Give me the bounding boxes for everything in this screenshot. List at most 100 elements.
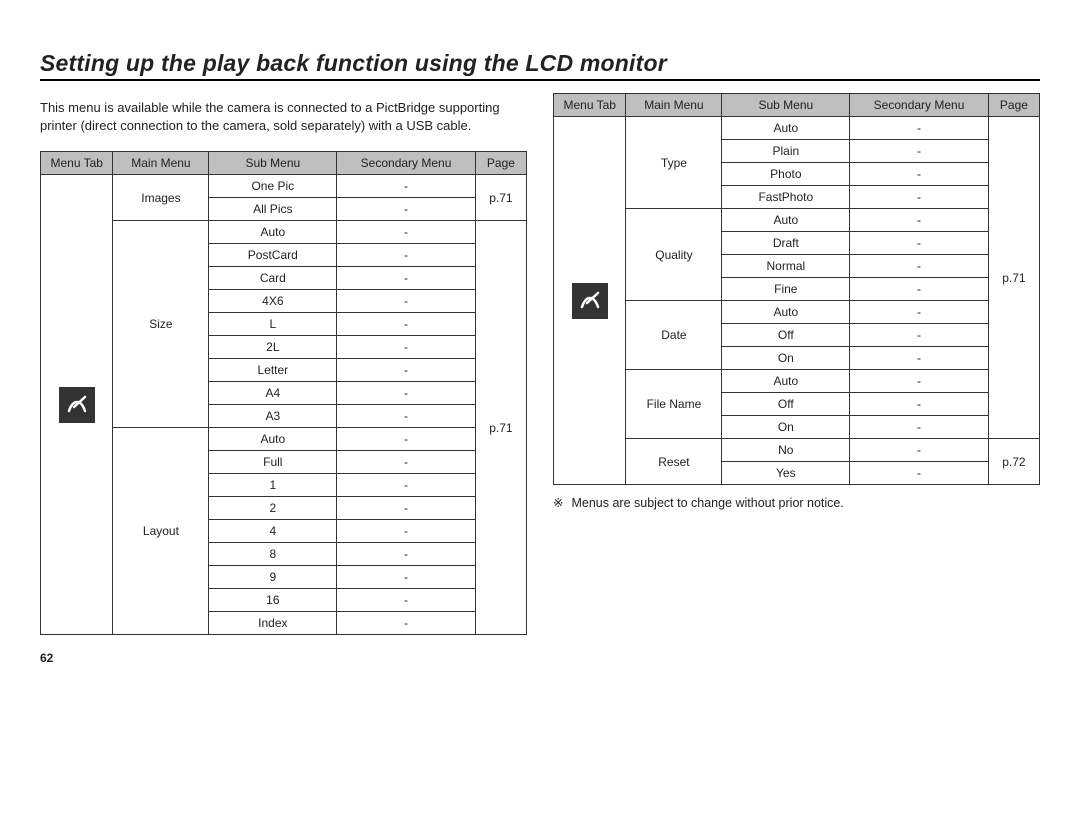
sub-menu-cell: 4 [209,520,337,543]
sub-menu-cell: 9 [209,566,337,589]
sub-menu-cell: Photo [722,163,850,186]
th-page: Page [988,94,1039,117]
page-cell: p.72 [988,439,1039,485]
pictbridge-icon [572,283,608,319]
th-sub-menu: Sub Menu [209,152,337,175]
secondary-menu-cell: - [337,589,476,612]
sub-menu-cell: 2 [209,497,337,520]
table-row: ImagesOne Pic-p.71 [41,175,527,198]
secondary-menu-cell: - [850,324,989,347]
table-header-row: Menu Tab Main Menu Sub Menu Secondary Me… [41,152,527,175]
main-menu-cell: Type [626,117,722,209]
secondary-menu-cell: - [337,474,476,497]
table-row: TypeAuto-p.71 [554,117,1040,140]
main-menu-cell: Reset [626,439,722,485]
main-menu-cell: Layout [113,428,209,635]
secondary-menu-cell: - [850,393,989,416]
intro-text: This menu is available while the camera … [40,99,527,135]
th-menu-tab: Menu Tab [41,152,113,175]
main-menu-cell: Images [113,175,209,221]
secondary-menu-cell: - [850,347,989,370]
secondary-menu-cell: - [850,278,989,301]
menu-tab-cell [554,117,626,485]
sub-menu-cell: 2L [209,336,337,359]
sub-menu-cell: Card [209,267,337,290]
sub-menu-cell: Normal [722,255,850,278]
sub-menu-cell: Auto [209,221,337,244]
sub-menu-cell: Auto [209,428,337,451]
sub-menu-cell: 16 [209,589,337,612]
secondary-menu-cell: - [850,255,989,278]
sub-menu-cell: Off [722,324,850,347]
secondary-menu-cell: - [337,198,476,221]
secondary-menu-cell: - [850,416,989,439]
sub-menu-cell: PostCard [209,244,337,267]
sub-menu-cell: Draft [722,232,850,255]
sub-menu-cell: Fine [722,278,850,301]
sub-menu-cell: Letter [209,359,337,382]
table-row: DateAuto- [554,301,1040,324]
page-title: Setting up the play back function using … [40,50,1040,81]
secondary-menu-cell: - [337,405,476,428]
secondary-menu-cell: - [850,370,989,393]
menu-tab-cell [41,175,113,635]
main-menu-cell: Date [626,301,722,370]
page-cell: p.71 [475,175,526,221]
page-cell: p.71 [988,117,1039,439]
note-symbol-icon: ※ [553,496,563,510]
secondary-menu-cell: - [337,382,476,405]
table-row: LayoutAuto- [41,428,527,451]
table-row: SizeAuto-p.71 [41,221,527,244]
secondary-menu-cell: - [850,163,989,186]
note-text: Menus are subject to change without prio… [571,496,843,510]
right-column: Menu Tab Main Menu Sub Menu Secondary Me… [553,93,1040,665]
sub-menu-cell: One Pic [209,175,337,198]
secondary-menu-cell: - [850,439,989,462]
secondary-menu-cell: - [337,336,476,359]
sub-menu-cell: Auto [722,370,850,393]
th-main-menu: Main Menu [113,152,209,175]
secondary-menu-cell: - [337,566,476,589]
sub-menu-cell: 8 [209,543,337,566]
secondary-menu-cell: - [337,428,476,451]
sub-menu-cell: A4 [209,382,337,405]
table-row: File NameAuto- [554,370,1040,393]
menu-table-2: Menu Tab Main Menu Sub Menu Secondary Me… [553,93,1040,485]
secondary-menu-cell: - [850,301,989,324]
secondary-menu-cell: - [337,359,476,382]
th-secondary-menu: Secondary Menu [337,152,476,175]
main-menu-cell: File Name [626,370,722,439]
sub-menu-cell: No [722,439,850,462]
page-number: 62 [40,651,527,665]
th-page: Page [475,152,526,175]
sub-menu-cell: Full [209,451,337,474]
table-header-row: Menu Tab Main Menu Sub Menu Secondary Me… [554,94,1040,117]
sub-menu-cell: Index [209,612,337,635]
secondary-menu-cell: - [850,117,989,140]
th-menu-tab: Menu Tab [554,94,626,117]
footnote: ※ Menus are subject to change without pri… [553,495,1040,510]
sub-menu-cell: On [722,416,850,439]
sub-menu-cell: Auto [722,301,850,324]
page-cell: p.71 [475,221,526,635]
th-secondary-menu: Secondary Menu [850,94,989,117]
secondary-menu-cell: - [850,209,989,232]
sub-menu-cell: 1 [209,474,337,497]
sub-menu-cell: Auto [722,117,850,140]
sub-menu-cell: Auto [722,209,850,232]
table-row: QualityAuto- [554,209,1040,232]
secondary-menu-cell: - [850,232,989,255]
secondary-menu-cell: - [337,497,476,520]
sub-menu-cell: On [722,347,850,370]
sub-menu-cell: A3 [209,405,337,428]
main-menu-cell: Quality [626,209,722,301]
secondary-menu-cell: - [337,290,476,313]
pictbridge-icon [59,387,95,423]
secondary-menu-cell: - [850,462,989,485]
secondary-menu-cell: - [337,221,476,244]
sub-menu-cell: Plain [722,140,850,163]
secondary-menu-cell: - [337,175,476,198]
secondary-menu-cell: - [850,186,989,209]
secondary-menu-cell: - [337,267,476,290]
secondary-menu-cell: - [337,612,476,635]
